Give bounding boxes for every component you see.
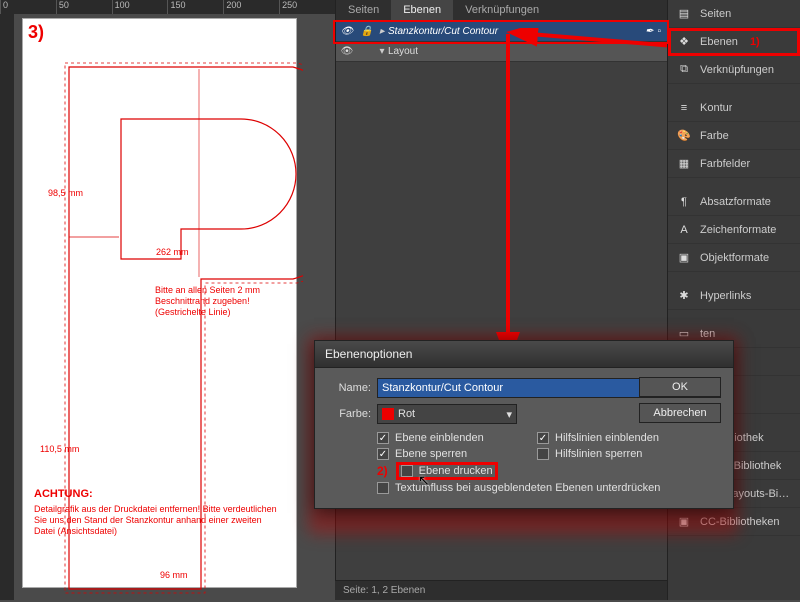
tab-seiten[interactable]: Seiten bbox=[336, 0, 391, 21]
sidebar-item-farbe[interactable]: 🎨Farbe bbox=[668, 122, 800, 150]
dimension-height: 262 mm bbox=[156, 247, 189, 257]
lock-icon[interactable]: 🔒 bbox=[358, 26, 376, 37]
sidebar-item-kontur[interactable]: ≡Kontur bbox=[668, 94, 800, 122]
sidebar-item-hyperlinks[interactable]: ✱Hyperlinks bbox=[668, 282, 800, 310]
bleed-note: Bitte an allen Seiten 2 mm Beschnittrand… bbox=[155, 285, 285, 317]
stroke-icon: ≡ bbox=[676, 100, 692, 116]
checkbox-show-layer[interactable]: Ebene einblenden bbox=[377, 432, 537, 444]
checkbox-lock-layer[interactable]: Ebene sperren bbox=[377, 448, 537, 460]
panel-tabs: Seiten Ebenen Verknüpfungen bbox=[336, 0, 667, 22]
visibility-icon[interactable]: 👁 bbox=[336, 26, 358, 37]
pen-icon[interactable]: ✒ bbox=[645, 26, 653, 37]
sidebar-item-zeichenformate[interactable]: AZeichenformate bbox=[668, 216, 800, 244]
warning-text: ACHTUNG: Detailgrafik aus der Druckdatei… bbox=[34, 488, 284, 538]
sidebar-item-verknuepfungen[interactable]: ⧉Verknüpfungen bbox=[668, 56, 800, 84]
object-styles-icon: ▣ bbox=[676, 250, 692, 266]
square-icon[interactable]: ▫ bbox=[657, 26, 661, 37]
dimension-top: 98,5 mm bbox=[48, 188, 83, 198]
layers-icon: ❖ bbox=[676, 34, 692, 50]
layer-row-layout[interactable]: 👁 ▾ Layout bbox=[336, 42, 667, 62]
ruler-vertical bbox=[0, 14, 14, 600]
color-label: Farbe: bbox=[327, 408, 371, 420]
name-label: Name: bbox=[327, 382, 371, 394]
color-icon: 🎨 bbox=[676, 128, 692, 144]
layer-name: Stanzkontur/Cut Contour bbox=[388, 26, 498, 37]
document-canvas: 050100 150200250 3) 98,5 mm 262 mm Bitte… bbox=[0, 0, 335, 600]
sidebar-item-objektformate[interactable]: ▣Objektformate bbox=[668, 244, 800, 272]
sidebar-item-seiten[interactable]: ▤Seiten bbox=[668, 0, 800, 28]
character-styles-icon: A bbox=[676, 222, 692, 238]
annotation-step-3: 3) bbox=[28, 22, 44, 43]
visibility-icon[interactable]: 👁 bbox=[336, 46, 358, 57]
sidebar-item-ebenen[interactable]: ❖Ebenen1) bbox=[668, 28, 800, 56]
links-icon: ⧉ bbox=[676, 62, 692, 78]
annotation-step-2: 2) bbox=[377, 464, 388, 478]
panel-status: Seite: 1, 2 Ebenen bbox=[335, 580, 667, 600]
annotation-step-1: 1) bbox=[750, 36, 760, 48]
checkbox-show-guides[interactable]: Hilfslinien einblenden bbox=[537, 432, 737, 444]
disclosure-triangle-icon[interactable]: ▾ bbox=[376, 46, 388, 57]
layer-color-select[interactable]: Rot ▾ bbox=[377, 404, 517, 424]
checkbox-textwrap[interactable]: Textumfluss bei ausgeblendeten Ebenen un… bbox=[377, 482, 737, 494]
layer-options-dialog: Ebenenoptionen Name: Farbe: Rot ▾ OK Abb… bbox=[314, 340, 734, 509]
color-swatch-icon bbox=[382, 408, 394, 420]
hyperlinks-icon: ✱ bbox=[676, 288, 692, 304]
ok-button[interactable]: OK bbox=[639, 377, 721, 397]
dialog-title: Ebenenoptionen bbox=[315, 341, 733, 368]
paragraph-styles-icon: ¶ bbox=[676, 194, 692, 210]
layer-name: Layout bbox=[388, 46, 418, 57]
dropdown-icon: ▾ bbox=[506, 408, 512, 421]
sidebar-item-farbfelder[interactable]: ▦Farbfelder bbox=[668, 150, 800, 178]
checkbox-lock-guides[interactable]: Hilfslinien sperren bbox=[537, 448, 737, 460]
tab-verknuepfungen[interactable]: Verknüpfungen bbox=[453, 0, 551, 21]
ruler-horizontal: 050100 150200250 bbox=[0, 0, 335, 14]
dimension-bottom: 96 mm bbox=[160, 570, 188, 580]
dimension-extra: 110,5 mm bbox=[40, 444, 79, 454]
sidebar-item-absatzformate[interactable]: ¶Absatzformate bbox=[668, 188, 800, 216]
disclosure-triangle-icon[interactable]: ▸ bbox=[376, 26, 388, 37]
layer-row-stanzkontur[interactable]: 👁 🔒 ▸ Stanzkontur/Cut Contour ✒ ▫ bbox=[336, 22, 667, 42]
swatches-icon: ▦ bbox=[676, 156, 692, 172]
tab-ebenen[interactable]: Ebenen bbox=[391, 0, 453, 21]
pages-icon: ▤ bbox=[676, 6, 692, 22]
checkbox-print-layer[interactable]: 2) Ebene drucken bbox=[377, 464, 537, 478]
cancel-button[interactable]: Abbrechen bbox=[639, 403, 721, 423]
